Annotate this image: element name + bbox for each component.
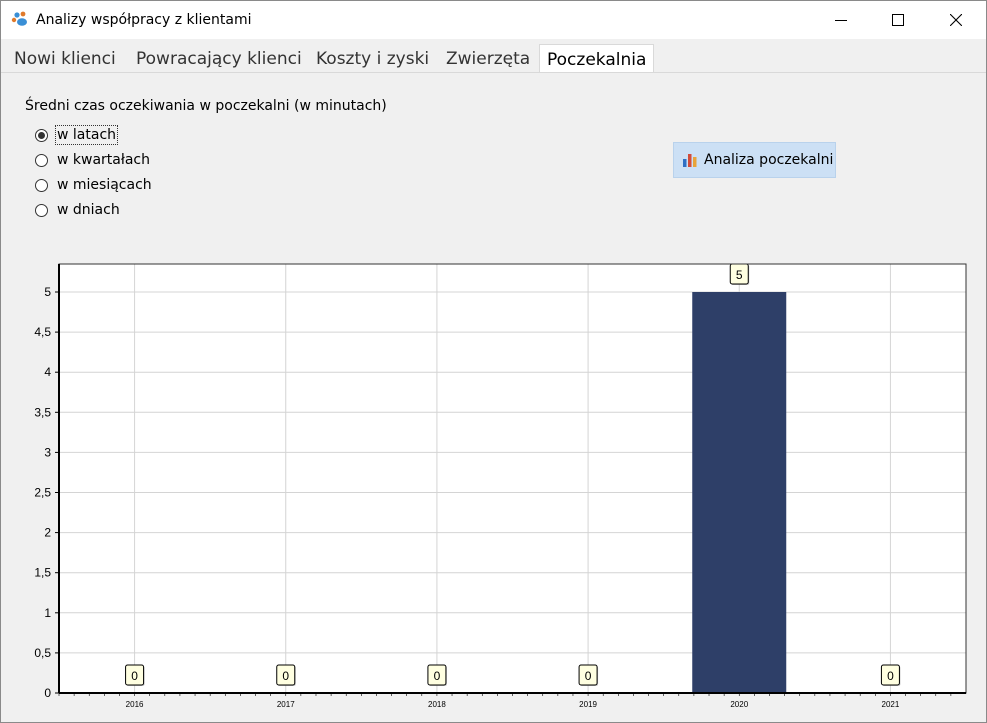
radio-circle [35,128,48,142]
plot-area [59,264,966,693]
data-label: 0 [131,669,138,683]
y-tick-label: 0,5 [34,646,51,660]
analiza-poczekalni-label: Analiza poczekalni [704,152,834,168]
tab-nowi-klienci[interactable]: Nowi klienci [14,49,116,69]
y-tick-label: 1,5 [34,566,51,580]
radio-dot [38,131,45,139]
data-label: 0 [282,669,289,683]
y-tick-label: 2 [44,526,51,540]
panel-heading: Średni czas oczekiwania w poczekalni (w … [25,98,387,114]
close-button[interactable] [927,1,985,39]
y-tick-label: 4 [44,365,51,379]
window-title: Analizy współpracy z klientami [36,12,252,28]
tab-koszty-i-zyski[interactable]: Koszty i zyski [316,49,429,69]
bar-2020 [692,292,787,693]
close-icon [950,14,962,26]
radio-w-miesiacach[interactable]: w miesiącach [35,175,152,195]
x-tick-label: 2016 [126,700,144,709]
y-tick-label: 4,5 [34,325,51,339]
y-tick-label: 3 [44,445,51,459]
data-label: 0 [887,669,894,683]
x-tick-label: 2019 [579,700,597,709]
paw-app-icon [11,11,27,26]
radio-w-dniach[interactable]: w dniach [35,200,120,220]
waiting-time-chart: 0 0,5 1 1,5 2 2,5 3 3,5 4 4,5 5 0 2016 0 2017 0 2018 0 201… [34,263,967,709]
title-bar: Analizy współpracy z klientami [1,1,986,39]
analiza-poczekalni-button[interactable]: Analiza poczekalni [673,142,836,178]
y-tick-label: 5 [44,285,51,299]
radio-w-latach[interactable]: w latach [35,125,119,145]
tab-strip: Nowi klienci Powracający klienci Koszty … [1,39,986,73]
minimize-button[interactable] [812,1,870,39]
tab-powracajacy-klienci[interactable]: Powracający klienci [136,49,302,69]
radio-circle [35,153,48,167]
radio-label: w dniach [57,202,120,218]
maximize-button[interactable] [869,1,927,39]
data-label: 0 [585,669,592,683]
y-tick-label: 2,5 [34,486,51,500]
data-label: 0 [434,669,441,683]
y-tick-label: 1 [44,606,51,620]
x-tick-label: 2017 [277,700,295,709]
radio-label: w latach [54,125,119,145]
tab-zwierzeta[interactable]: Zwierzęta [446,49,530,69]
app-window: Analizy współpracy z klientami Nowi klie… [0,0,987,723]
radio-circle [35,178,48,192]
bar-chart-icon [683,153,697,167]
radio-circle [35,203,48,217]
x-tick-label: 2018 [428,700,446,709]
x-tick-label: 2020 [730,700,748,709]
data-label: 5 [736,268,743,282]
x-tick-label: 2021 [882,700,900,709]
maximize-icon [892,14,904,26]
tab-poczekalnia[interactable]: Poczekalnia [539,44,655,72]
y-tick-label: 3,5 [34,405,51,419]
y-tick-label: 0 [44,686,51,700]
radio-w-kwartalach[interactable]: w kwartałach [35,150,150,170]
minimize-icon [835,20,847,21]
radio-label: w miesiącach [57,177,152,193]
radio-label: w kwartałach [57,152,150,168]
